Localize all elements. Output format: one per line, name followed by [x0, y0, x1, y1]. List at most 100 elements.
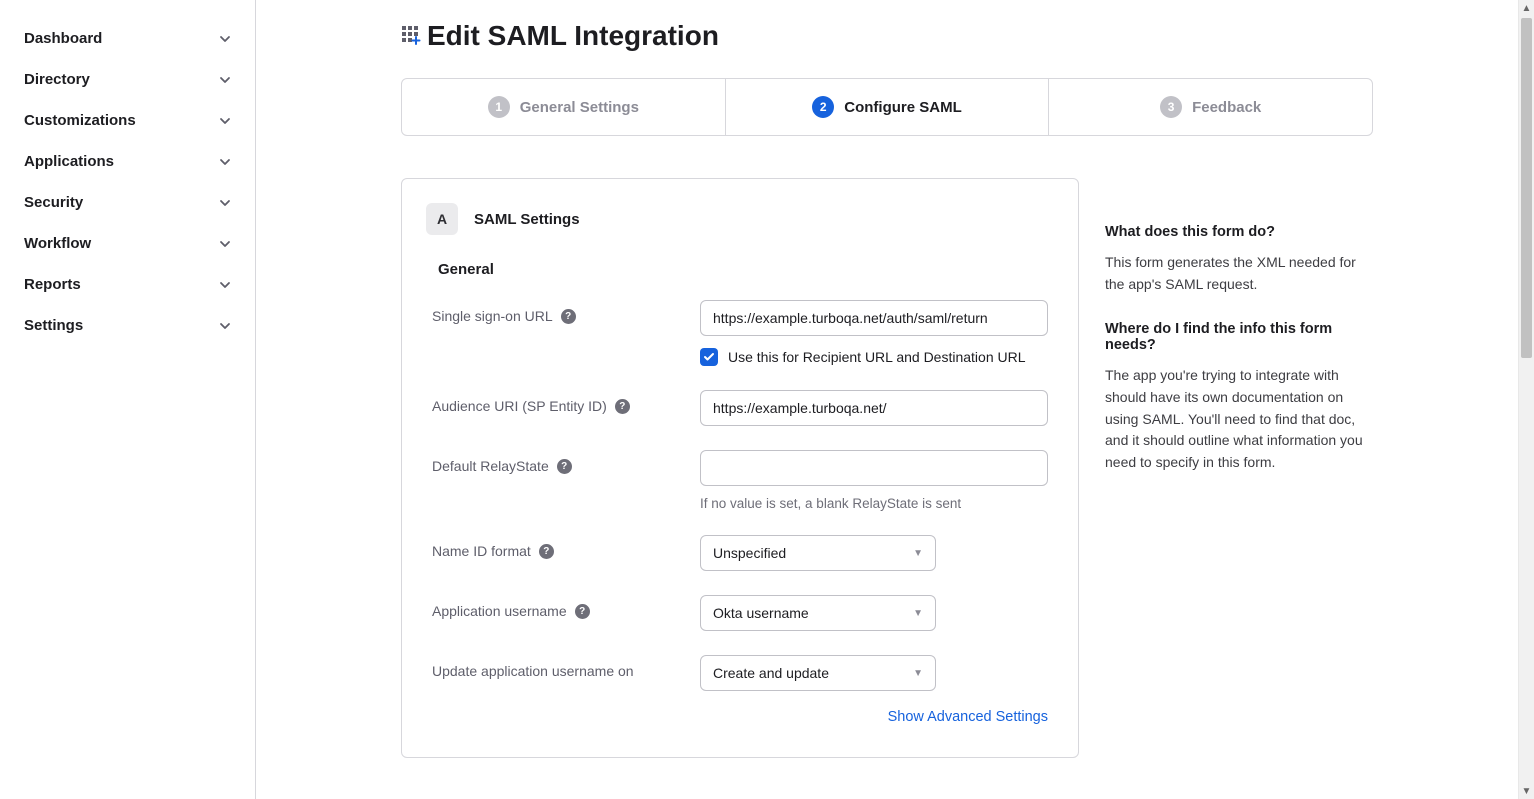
dropdown-caret-icon: ▼	[913, 668, 923, 679]
label-name-id-format: Name ID format ?	[432, 535, 700, 559]
step-label: Configure SAML	[844, 99, 962, 116]
update-on-select[interactable]: Create and update ▼	[700, 655, 936, 691]
sidebar-item-label: Workflow	[24, 235, 91, 252]
field-relay-state: If no value is set, a blank RelayState i…	[700, 450, 1048, 511]
step-number: 1	[488, 96, 510, 118]
scroll-thumb[interactable]	[1521, 18, 1532, 358]
sidebar-item-customizations[interactable]: Customizations	[0, 100, 255, 141]
chevron-down-icon	[219, 33, 231, 45]
help-body-where: The app you're trying to integrate with …	[1105, 365, 1373, 473]
app-username-select[interactable]: Okta username ▼	[700, 595, 936, 631]
label-text: Single sign-on URL	[432, 308, 553, 324]
audience-uri-input[interactable]	[700, 390, 1048, 426]
field-app-username: Okta username ▼	[700, 595, 1048, 631]
advanced-link-row: Show Advanced Settings	[432, 709, 1048, 725]
select-value: Unspecified	[713, 545, 786, 561]
app-grid-icon	[401, 25, 423, 47]
help-icon[interactable]: ?	[557, 459, 572, 474]
row-relay-state: Default RelayState ? If no value is set,…	[432, 450, 1048, 511]
help-icon[interactable]: ?	[561, 309, 576, 324]
help-body-what: This form generates the XML needed for t…	[1105, 252, 1373, 295]
field-audience-uri	[700, 390, 1048, 426]
two-column-layout: A SAML Settings General Single sign-on U…	[401, 178, 1373, 758]
chevron-down-icon	[219, 197, 231, 209]
dropdown-caret-icon: ▼	[913, 548, 923, 559]
page-title: Edit SAML Integration	[427, 20, 719, 52]
scroll-up-arrow-icon[interactable]: ▲	[1519, 0, 1534, 16]
help-icon[interactable]: ?	[575, 604, 590, 619]
sidebar-item-label: Settings	[24, 317, 83, 334]
chevron-down-icon	[219, 115, 231, 127]
help-icon[interactable]: ?	[615, 399, 630, 414]
section-badge: A	[426, 203, 458, 235]
step-general-settings[interactable]: 1 General Settings	[402, 79, 726, 135]
label-text: Update application username on	[432, 663, 634, 679]
saml-settings-card: A SAML Settings General Single sign-on U…	[401, 178, 1079, 758]
step-number: 2	[812, 96, 834, 118]
help-heading-what: What does this form do?	[1105, 224, 1373, 240]
label-text: Audience URI (SP Entity ID)	[432, 398, 607, 414]
step-configure-saml[interactable]: 2 Configure SAML	[726, 79, 1050, 135]
select-value: Create and update	[713, 665, 829, 681]
chevron-down-icon	[219, 320, 231, 332]
chevron-down-icon	[219, 74, 231, 86]
label-audience-uri: Audience URI (SP Entity ID) ?	[432, 390, 700, 414]
wizard-stepper: 1 General Settings 2 Configure SAML 3 Fe…	[401, 78, 1373, 136]
help-aside: What does this form do? This form genera…	[1105, 178, 1373, 500]
dropdown-caret-icon: ▼	[913, 608, 923, 619]
row-sso-url: Single sign-on URL ? Use this for Recipi…	[432, 300, 1048, 366]
label-app-username: Application username ?	[432, 595, 700, 619]
sidebar-item-dashboard[interactable]: Dashboard	[0, 18, 255, 59]
row-audience-uri: Audience URI (SP Entity ID) ?	[432, 390, 1048, 426]
field-update-on: Create and update ▼	[700, 655, 1048, 691]
field-name-id-format: Unspecified ▼	[700, 535, 1048, 571]
name-id-format-select[interactable]: Unspecified ▼	[700, 535, 936, 571]
relay-state-input[interactable]	[700, 450, 1048, 486]
form-body: General Single sign-on URL ?	[426, 261, 1054, 725]
use-recipient-row: Use this for Recipient URL and Destinati…	[700, 348, 1048, 366]
sidebar-item-reports[interactable]: Reports	[0, 264, 255, 305]
sso-url-input[interactable]	[700, 300, 1048, 336]
field-sso-url: Use this for Recipient URL and Destinati…	[700, 300, 1048, 366]
sidebar-item-label: Security	[24, 194, 83, 211]
section-title: General	[438, 261, 1048, 278]
help-icon[interactable]: ?	[539, 544, 554, 559]
sidebar: Dashboard Directory Customizations Appli…	[0, 0, 256, 799]
use-recipient-checkbox[interactable]	[700, 348, 718, 366]
step-feedback[interactable]: 3 Feedback	[1049, 79, 1372, 135]
sidebar-item-label: Applications	[24, 153, 114, 170]
label-text: Application username	[432, 603, 567, 619]
help-heading-where: Where do I find the info this form needs…	[1105, 321, 1373, 353]
sidebar-item-label: Customizations	[24, 112, 136, 129]
label-text: Default RelayState	[432, 458, 549, 474]
sidebar-item-settings[interactable]: Settings	[0, 305, 255, 346]
sidebar-item-applications[interactable]: Applications	[0, 141, 255, 182]
row-update-on: Update application username on Create an…	[432, 655, 1048, 691]
sidebar-item-workflow[interactable]: Workflow	[0, 223, 255, 264]
chevron-down-icon	[219, 279, 231, 291]
content-wrap: Edit SAML Integration 1 General Settings…	[387, 20, 1387, 758]
step-number: 3	[1160, 96, 1182, 118]
scroll-down-arrow-icon[interactable]: ▼	[1519, 783, 1534, 799]
show-advanced-link[interactable]: Show Advanced Settings	[888, 709, 1048, 725]
use-recipient-label: Use this for Recipient URL and Destinati…	[728, 349, 1026, 365]
row-app-username: Application username ? Okta username ▼	[432, 595, 1048, 631]
page-title-row: Edit SAML Integration	[401, 20, 1373, 52]
sidebar-item-label: Reports	[24, 276, 81, 293]
card-header: A SAML Settings	[426, 203, 1054, 235]
sidebar-item-directory[interactable]: Directory	[0, 59, 255, 100]
sidebar-item-label: Dashboard	[24, 30, 102, 47]
sidebar-item-security[interactable]: Security	[0, 182, 255, 223]
label-sso-url: Single sign-on URL ?	[432, 300, 700, 324]
vertical-scrollbar[interactable]: ▲ ▼	[1518, 0, 1534, 799]
select-value: Okta username	[713, 605, 809, 621]
main-content: Edit SAML Integration 1 General Settings…	[256, 0, 1518, 799]
sidebar-item-label: Directory	[24, 71, 90, 88]
chevron-down-icon	[219, 156, 231, 168]
label-relay-state: Default RelayState ?	[432, 450, 700, 474]
label-update-on: Update application username on	[432, 655, 700, 679]
app-root: Dashboard Directory Customizations Appli…	[0, 0, 1534, 799]
label-text: Name ID format	[432, 543, 531, 559]
row-name-id-format: Name ID format ? Unspecified ▼	[432, 535, 1048, 571]
step-label: General Settings	[520, 99, 639, 116]
